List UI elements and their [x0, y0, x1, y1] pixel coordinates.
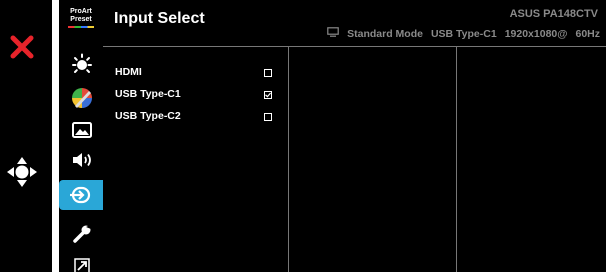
page-title: Input Select: [114, 10, 205, 27]
sound-icon[interactable]: [66, 146, 98, 174]
shortcut-icon[interactable]: [66, 252, 98, 280]
image-icon[interactable]: [66, 116, 98, 144]
preset-label-line1: ProArt: [70, 8, 92, 15]
status-mode: Standard Mode: [347, 27, 423, 40]
checkbox-usb-type-c2[interactable]: [264, 113, 272, 121]
header-divider: [103, 46, 606, 47]
preset-color-bar: [68, 26, 94, 28]
checkbox-hdmi[interactable]: [264, 69, 272, 77]
column-divider: [456, 46, 457, 272]
wrench-icon[interactable]: [66, 220, 98, 248]
status-resolution: 1920x1080@: [504, 27, 568, 40]
option-usb-type-c2[interactable]: USB Type-C2: [115, 110, 181, 122]
proart-preset-logo[interactable]: ProArt Preset: [59, 8, 103, 28]
color-icon[interactable]: [66, 84, 98, 112]
status-bar: Standard Mode USB Type-C1 1920x1080@ 60H…: [327, 27, 600, 40]
preset-label-line2: Preset: [70, 16, 92, 23]
osd-content: [103, 0, 606, 272]
input-select-icon[interactable]: [59, 180, 103, 210]
status-input: USB Type-C1: [430, 27, 497, 40]
close-icon[interactable]: [9, 34, 35, 60]
five-way-key-icon[interactable]: [6, 156, 38, 188]
column-divider: [288, 46, 289, 272]
checkbox-usb-type-c1[interactable]: [264, 91, 272, 99]
status-refresh: 60Hz: [575, 27, 600, 40]
monitor-icon: [327, 27, 339, 40]
model-name: ASUS PA148CTV: [509, 8, 598, 20]
brightness-icon[interactable]: [66, 50, 98, 78]
option-hdmi[interactable]: HDMI: [115, 66, 142, 78]
option-usb-type-c1[interactable]: USB Type-C1: [115, 88, 181, 100]
